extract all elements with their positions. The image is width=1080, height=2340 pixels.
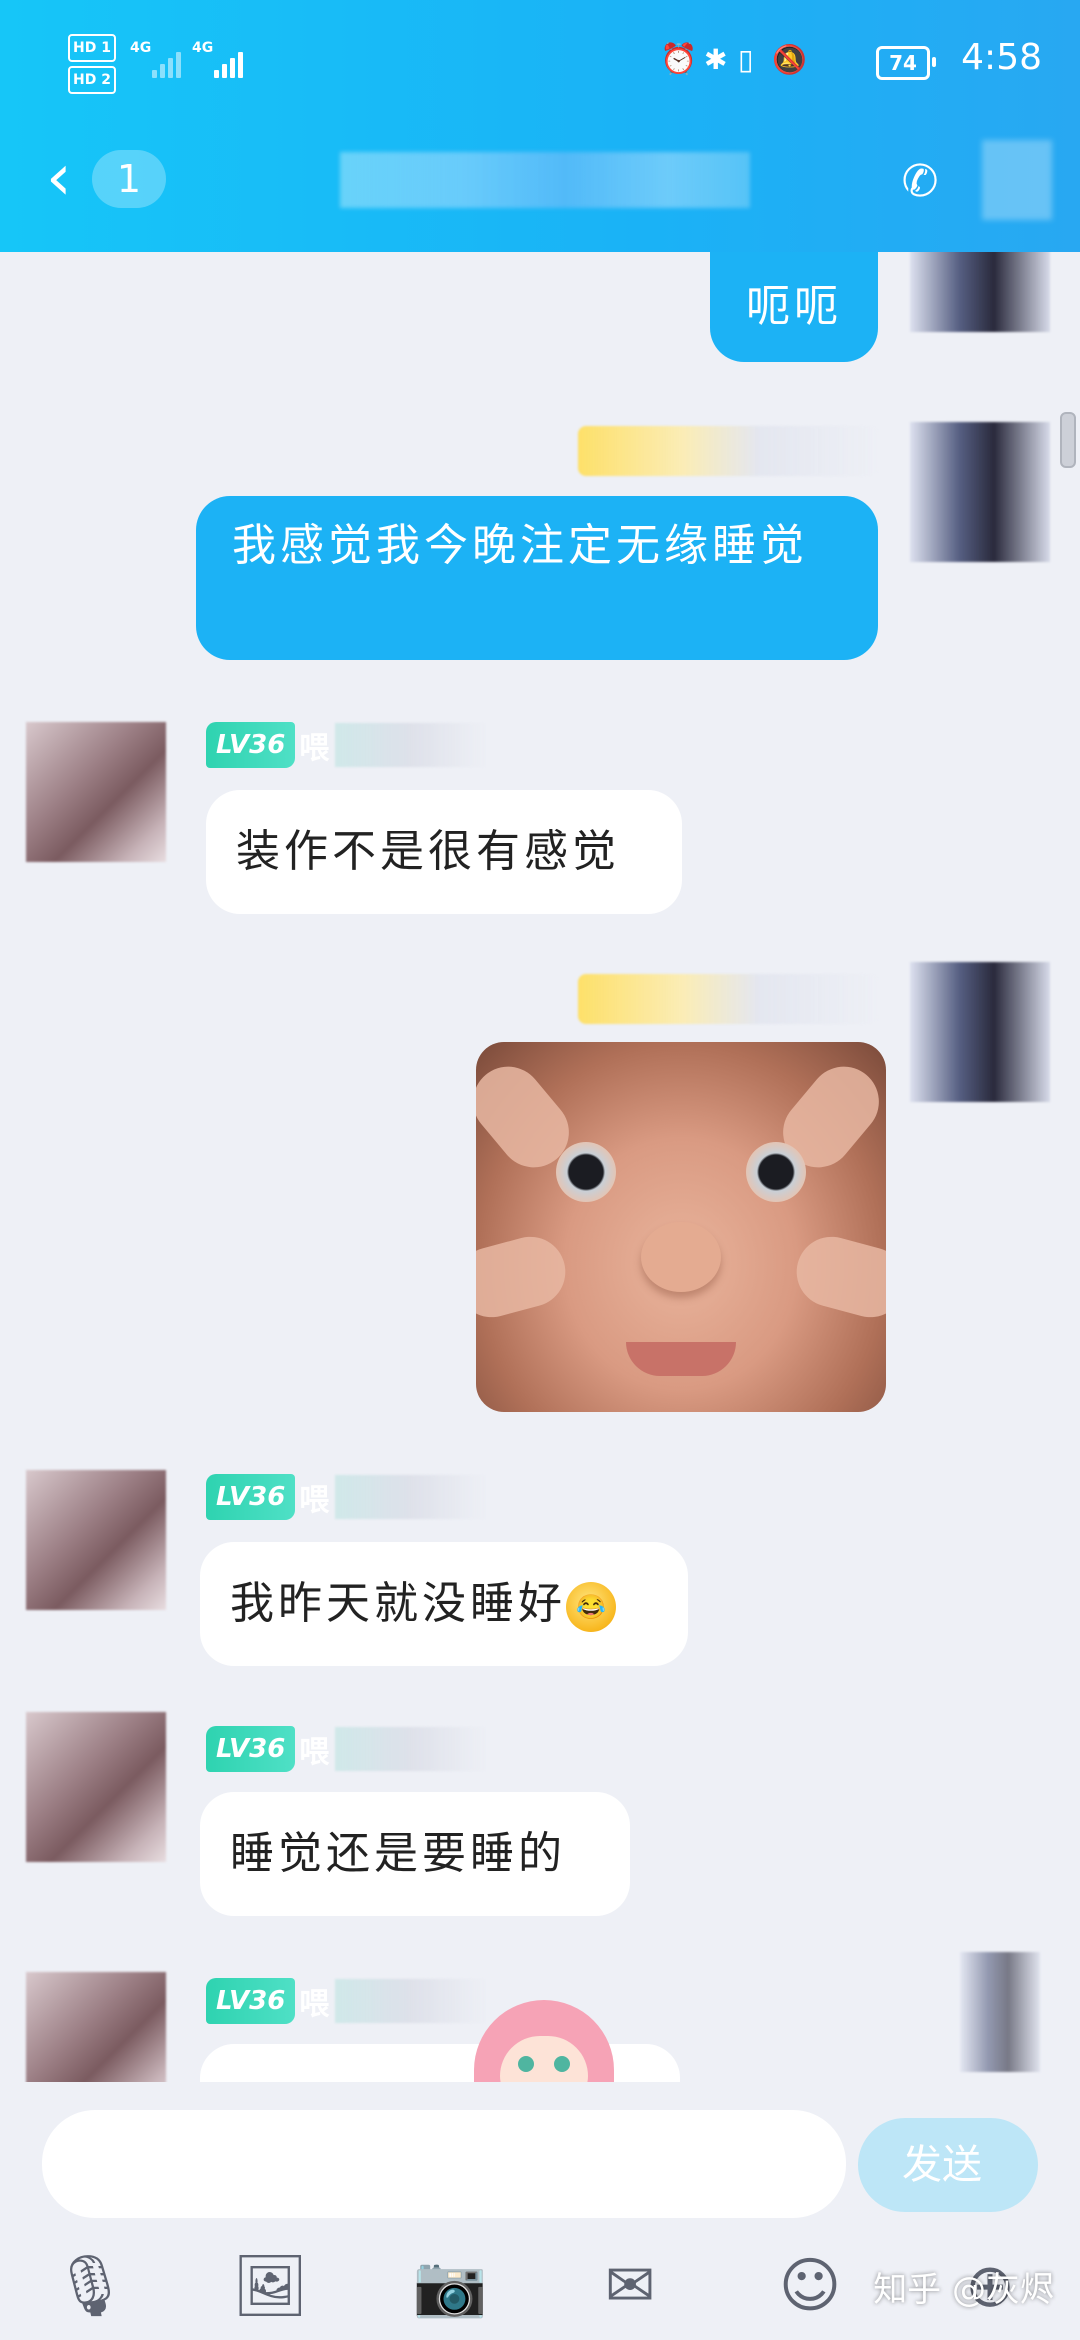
chat-title-blurred xyxy=(340,152,750,208)
emoji-icon[interactable]: ☺ xyxy=(772,2248,848,2324)
sticker-eye xyxy=(746,1142,806,1202)
avatar[interactable] xyxy=(910,422,1050,562)
alarm-icon: ⏰ xyxy=(660,42,698,77)
sticker-eye xyxy=(556,1142,616,1202)
sticker-image[interactable] xyxy=(476,1042,886,1412)
sticker-finger xyxy=(788,1228,886,1326)
sender-name-blurred xyxy=(335,1727,486,1771)
status-bar: HD 1 HD 2 4G 4G ⏰ ✱ ▯ 🔕 74 4:58 xyxy=(0,0,1080,120)
sender-name-blurred xyxy=(335,1979,486,2023)
sender-name: 喂 xyxy=(299,731,330,766)
sticker-mouth xyxy=(626,1342,736,1376)
message-list[interactable]: 呃呃 我感觉我今晚注定无缘睡觉 LV36 喂 装作不是很有感觉 LV36 喂 我… xyxy=(0,252,1080,2082)
level-badge: LV36 xyxy=(206,1474,296,1520)
message-bubble-received[interactable]: 睡觉还是要睡的 xyxy=(200,1792,630,1916)
menu-icon-blurred[interactable] xyxy=(982,140,1052,220)
message-bubble-sent[interactable]: 我感觉我今晚注定无缘睡觉 xyxy=(196,496,878,660)
status-time: 4:58 xyxy=(961,37,1042,78)
avatar[interactable] xyxy=(910,252,1050,332)
sender-name: 喂 xyxy=(299,1735,330,1770)
chat-header: HD 1 HD 2 4G 4G ⏰ ✱ ▯ 🔕 74 4:58 ‹ 1 ✆ xyxy=(0,0,1080,252)
sticker-nose xyxy=(641,1222,721,1292)
status-icons: ⏰ ✱ ▯ 🔕 xyxy=(660,40,830,80)
crying-laughing-emoji-icon: 😂 xyxy=(566,1581,616,1632)
avatar[interactable] xyxy=(26,1972,166,2082)
red-packet-icon[interactable]: ✉ xyxy=(592,2248,668,2324)
battery-indicator: 74 xyxy=(876,46,936,80)
mascot-sticker xyxy=(474,2000,614,2082)
message-bubble-received[interactable]: 我昨天就没睡好 😂 xyxy=(200,1542,688,1666)
image-icon[interactable]: 🖼 xyxy=(232,2248,308,2324)
network-1-label: 4G xyxy=(130,40,152,56)
avatar[interactable] xyxy=(26,1712,166,1862)
sender-name: 喂 xyxy=(299,1483,330,1518)
sender-name-blurred xyxy=(335,723,486,767)
avatar[interactable] xyxy=(26,1470,166,1610)
sender-name-blurred xyxy=(335,1475,486,1519)
mute-bell-icon: 🔕 xyxy=(772,43,807,76)
vibrate-icon: ▯ xyxy=(738,43,754,76)
watermark: 知乎 @灰烬 xyxy=(873,2270,1054,2310)
message-text: 我昨天就没睡好 xyxy=(230,1578,566,1629)
sim2-label: HD 2 xyxy=(68,66,116,94)
scrollbar[interactable] xyxy=(1060,412,1076,468)
level-badge: LV36 xyxy=(206,722,296,768)
sender-header: LV36 喂 xyxy=(206,1470,486,1524)
send-button[interactable]: 发送 xyxy=(858,2118,1038,2212)
avatar[interactable] xyxy=(960,1952,1040,2072)
nav-bar: ‹ 1 ✆ xyxy=(0,120,1080,252)
unread-count-badge[interactable]: 1 xyxy=(92,150,166,208)
network-2-label: 4G xyxy=(192,40,214,56)
call-icon[interactable]: ✆ xyxy=(890,158,950,206)
level-badge: LV36 xyxy=(206,1726,296,1772)
bluetooth-icon: ✱ xyxy=(704,43,728,76)
avatar[interactable] xyxy=(26,722,166,862)
microphone-icon[interactable]: 🎙 xyxy=(52,2248,128,2324)
message-input[interactable] xyxy=(42,2110,846,2218)
avatar[interactable] xyxy=(910,962,1050,1102)
sender-name-blurred xyxy=(578,426,878,476)
sticker-finger xyxy=(476,1228,574,1326)
sim-indicators: HD 1 HD 2 xyxy=(68,34,116,98)
level-badge: LV36 xyxy=(206,1978,296,2024)
sender-header: LV36 喂 xyxy=(206,1722,486,1776)
sender-header: LV36 喂 xyxy=(206,718,486,772)
sender-name-blurred xyxy=(578,974,878,1024)
camera-icon[interactable]: 📷 xyxy=(412,2248,488,2324)
chevron-left-icon[interactable]: ‹ xyxy=(46,146,82,210)
sender-header: LV36 喂 xyxy=(206,1974,486,2028)
message-bubble-received[interactable]: 装作不是很有感觉 xyxy=(206,790,682,914)
message-bubble-sent[interactable]: 呃呃 xyxy=(710,252,878,362)
sim1-label: HD 1 xyxy=(68,34,116,62)
sender-name: 喂 xyxy=(299,1987,330,2022)
